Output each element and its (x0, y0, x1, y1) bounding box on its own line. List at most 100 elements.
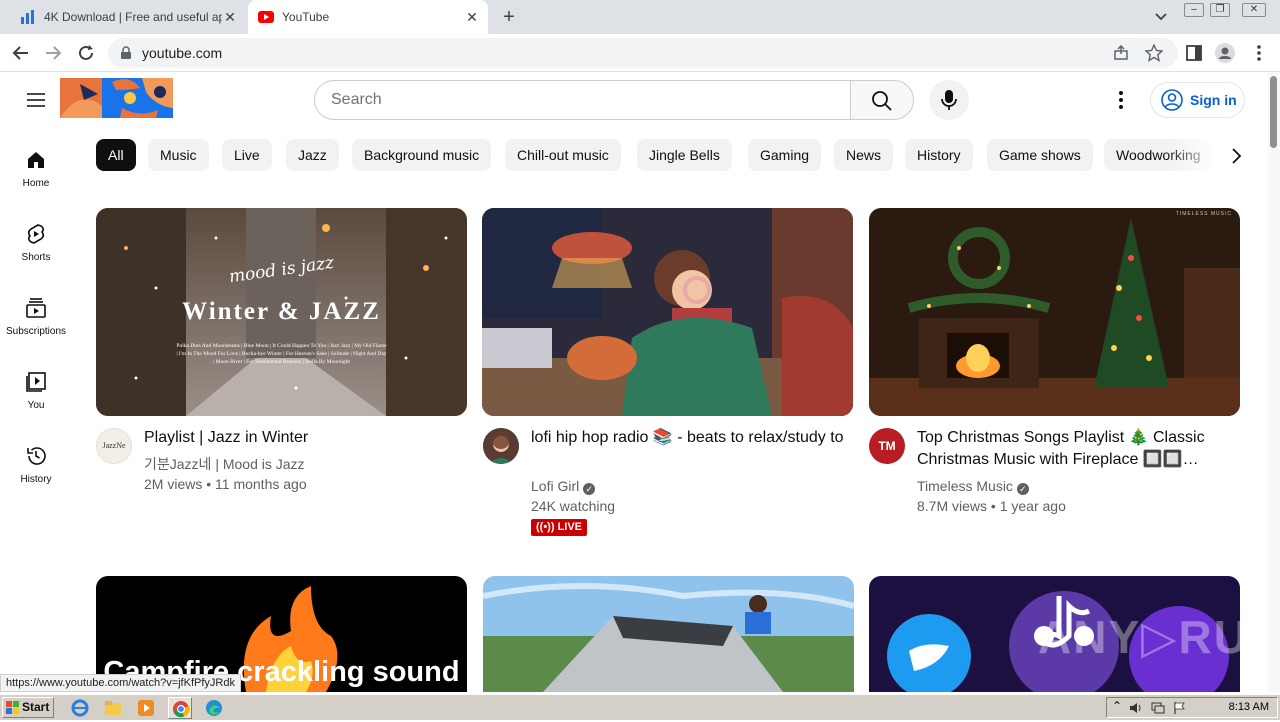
voice-search-button[interactable] (929, 80, 969, 120)
profile-button[interactable] (1214, 42, 1236, 64)
microphone-icon (941, 90, 957, 110)
search-button[interactable] (850, 80, 914, 120)
channel-name[interactable]: Lofi Girl (531, 478, 579, 494)
chip-jingle-bells[interactable]: Jingle Bells (637, 139, 732, 171)
link-status-bubble: https://www.youtube.com/watch?v=jfKfPfyJ… (0, 674, 241, 692)
close-tab-icon[interactable]: ✕ (222, 9, 238, 25)
guide-item-history[interactable]: History (4, 444, 68, 508)
media-player-icon[interactable] (137, 699, 155, 717)
chip-live[interactable]: Live (222, 139, 272, 171)
show-hidden-icons-chevron-icon[interactable]: ⌃ (1112, 699, 1122, 713)
video-title[interactable]: lofi hip hop radio 📚 - beats to relax/st… (531, 427, 851, 449)
tab-youtube[interactable]: YouTube ✕ (248, 0, 488, 34)
start-label: Start (22, 700, 50, 714)
anyrun-watermark: ANY▷RUN (1038, 611, 1280, 663)
channel-avatar-lofi-girl[interactable] (483, 428, 519, 464)
video-thumbnail-christmas-fireplace[interactable]: TIMELESS MUSIC (869, 208, 1240, 416)
chip-all[interactable]: All (96, 139, 136, 171)
chip-history[interactable]: History (905, 139, 973, 171)
internet-explorer-icon[interactable] (71, 699, 89, 717)
kebab-menu-icon (1119, 91, 1123, 109)
browser-menu-button[interactable] (1248, 42, 1270, 64)
chip-game-shows[interactable]: Game shows (987, 139, 1093, 171)
restore-button[interactable]: ❐ (1210, 3, 1230, 17)
video-thumbnail-jazz-winter[interactable]: mood is jazz Winter & JAZZ Polka Dots An… (96, 208, 467, 416)
subscriptions-icon (26, 298, 46, 318)
channel-avatar-mood-is-jazz[interactable]: JazzNe (96, 428, 132, 464)
channel-name[interactable]: Timeless Music (917, 478, 1013, 494)
search-icon (872, 91, 892, 111)
chip-chill-out-music[interactable]: Chill-out music (505, 139, 621, 171)
file-explorer-icon[interactable] (104, 699, 122, 717)
settings-more-button[interactable] (1109, 88, 1133, 112)
side-panel-button[interactable] (1183, 42, 1205, 64)
minimize-button[interactable]: – (1184, 3, 1204, 17)
bookmark-star-icon[interactable] (1145, 44, 1163, 62)
shorts-icon (27, 224, 45, 244)
search-input[interactable] (315, 81, 851, 119)
chip-gaming[interactable]: Gaming (748, 139, 822, 171)
reload-button[interactable] (75, 42, 97, 64)
chip-jazz[interactable]: Jazz (286, 139, 339, 171)
video-stats: 8.7M views • 1 year ago (917, 498, 1066, 514)
verified-check-icon: ✓ (1016, 483, 1029, 495)
close-window-button[interactable]: ✕ (1242, 3, 1266, 17)
live-badge: ((•)) LIVE (531, 519, 588, 536)
back-button[interactable] (10, 42, 32, 64)
forward-button[interactable] (42, 42, 64, 64)
chip-background-music[interactable]: Background music (352, 139, 492, 171)
verified-check-icon: ✓ (583, 483, 596, 495)
edge-icon[interactable] (205, 699, 223, 717)
scrollbar-thumb[interactable] (1270, 76, 1277, 148)
tab-title: 4K Download | Free and useful applic (44, 10, 222, 24)
video-thumbnail-lofi-girl[interactable] (482, 208, 853, 416)
chips-next-button[interactable] (1224, 144, 1248, 168)
share-icon[interactable] (1113, 45, 1129, 61)
address-bar[interactable]: youtube.com (108, 38, 1178, 68)
kebab-menu-icon (1257, 45, 1261, 61)
close-tab-icon[interactable]: ✕ (464, 9, 480, 25)
video-title[interactable]: Playlist | Jazz in Winter (144, 427, 464, 449)
guide-label: Subscriptions (5, 326, 67, 337)
sign-in-button[interactable]: Sign in (1150, 82, 1245, 118)
windows-taskbar: Start ⌃ 8:13 AM (0, 694, 1280, 720)
video-thumbnail-cybertruck[interactable] (483, 576, 854, 692)
guide-item-shorts[interactable]: Shorts (4, 222, 68, 286)
channel-name-container: Timeless Music ✓ (917, 476, 1029, 496)
live-label: LIVE (557, 521, 583, 533)
sign-in-label: Sign in (1190, 92, 1237, 108)
chip-news[interactable]: News (834, 139, 894, 171)
windows-logo-icon (6, 701, 19, 714)
new-tab-button[interactable]: + (498, 6, 520, 28)
video-title[interactable]: Top Christmas Songs Playlist 🎄 Classic C… (917, 427, 1217, 471)
youtube-doodle-logo[interactable] (60, 78, 173, 118)
url-text: youtube.com (142, 45, 223, 61)
guide-item-subscriptions[interactable]: Subscriptions (4, 296, 68, 360)
channel-avatar-timeless-music[interactable]: TM (869, 428, 905, 464)
video-stats: 24K watching (531, 498, 616, 514)
chip-music[interactable]: Music (148, 139, 209, 171)
thumb-corner-text: TIMELESS MUSIC (1175, 211, 1232, 217)
guide-item-you[interactable]: You (4, 370, 68, 434)
start-button[interactable]: Start (2, 697, 54, 718)
chrome-icon (173, 701, 190, 718)
lock-icon (121, 46, 131, 59)
tab-4k-download[interactable]: 4K Download | Free and useful applic ✕ (12, 0, 246, 34)
action-center-flag-icon[interactable] (1173, 701, 1187, 715)
guide-item-home[interactable]: Home (4, 148, 68, 212)
channel-name[interactable]: 기분Jazz네 | Mood is Jazz (144, 454, 305, 474)
page-scrollbar[interactable] (1268, 72, 1280, 692)
chevron-right-icon (1232, 148, 1242, 164)
forward-arrow-icon (46, 46, 62, 60)
network-icon[interactable] (1151, 701, 1165, 715)
tab-search-chevron-icon[interactable] (1152, 7, 1170, 25)
profile-avatar-icon (1215, 43, 1235, 63)
you-library-icon (26, 372, 46, 392)
volume-icon[interactable] (1129, 701, 1143, 715)
chrome-taskbar-button[interactable] (168, 697, 192, 719)
guide-menu-button[interactable] (24, 88, 48, 112)
browser-toolbar: youtube.com (0, 34, 1280, 72)
youtube-favicon-icon (258, 9, 274, 25)
tab-strip: 4K Download | Free and useful applic ✕ Y… (0, 0, 1280, 34)
account-circle-icon (1161, 89, 1183, 111)
